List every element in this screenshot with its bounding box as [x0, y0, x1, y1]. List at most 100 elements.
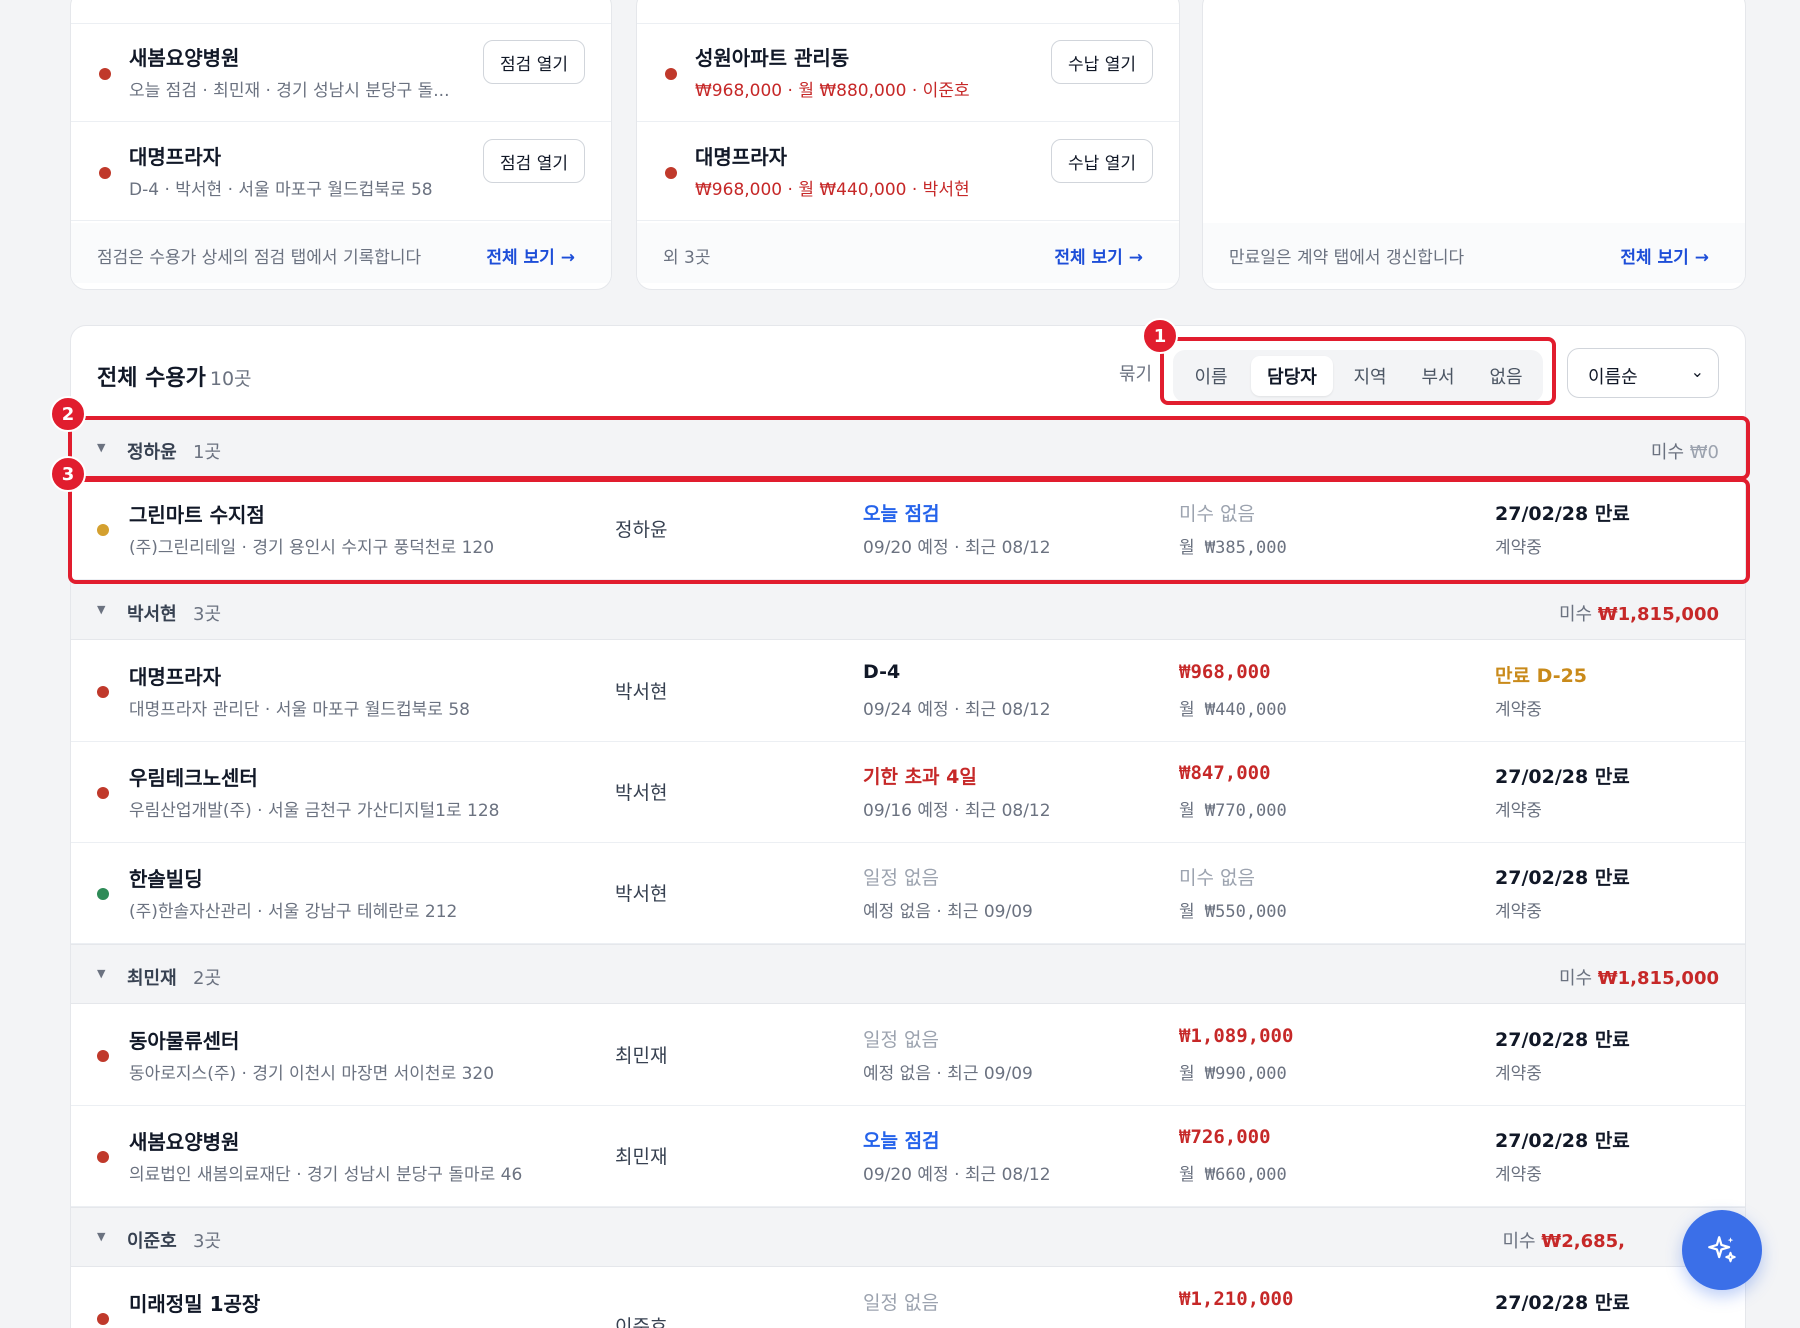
table-row[interactable]: 우림테크노센터 우림산업개발(주) · 서울 금천구 가산디지털1로 128 박…: [71, 742, 1745, 843]
open-inspection-button[interactable]: 점검 열기: [483, 40, 585, 84]
status-dot: [665, 68, 677, 80]
list-count: 10곳: [209, 368, 252, 390]
list-item[interactable]: 새봄요양병원 오늘 점검 · 최민재 · 경기 성남시 분당구 돌... 점검 …: [71, 24, 611, 122]
monthly-fee: 월 ₩440,000: [1179, 700, 1287, 720]
group-by-label: 묶기: [1119, 364, 1153, 385]
item-title: 새봄요양병원: [129, 46, 240, 70]
contract-expiry: 27/02/28 만료: [1495, 766, 1630, 788]
table-row[interactable]: 동아물류센터 동아로지스(주) · 경기 이천시 마장면 서이천로 320 최민…: [71, 1005, 1745, 1106]
item-subtitle: ₩968,000 · 월 ₩440,000 · 박서현: [695, 180, 970, 200]
manager-name: 이준호: [615, 1316, 668, 1328]
list-item[interactable]: 대명프라자 D-4 · 박서현 · 서울 마포구 월드컵북로 58 점검 열기: [71, 123, 611, 221]
due-amount: ₩1,210,000: [1179, 1288, 1294, 1310]
due-amount: ₩2,685,: [1541, 1231, 1625, 1252]
due-label: 미수: [1558, 968, 1593, 989]
open-inspection-button[interactable]: 점검 열기: [483, 139, 585, 183]
contract-status: 계약중: [1495, 1064, 1542, 1084]
page: 새봄요양병원 오늘 점검 · 최민재 · 경기 성남시 분당구 돌... 점검 …: [0, 0, 1800, 1328]
due-amount: ₩968,000: [1179, 661, 1271, 683]
inspection-detail: 09/24 예정 · 최근 08/12: [863, 700, 1051, 720]
sort-select[interactable]: 이름순 ⌄: [1567, 348, 1719, 398]
payment-card: 성원아파트 관리동 ₩968,000 · 월 ₩880,000 · 이준호 수납…: [636, 0, 1180, 290]
caret-down-icon: ▼: [97, 967, 106, 980]
item-title: 성원아파트 관리동: [695, 46, 850, 70]
group-header[interactable]: ▼ 박서현 3곳 미수 ₩1,815,000: [71, 580, 1745, 640]
annotation-badge: 2: [50, 396, 86, 432]
customer-address: 우림산업개발(주) · 서울 금천구 가산디지털1로 128: [129, 801, 500, 821]
status-dot: [97, 1313, 109, 1325]
due-amount: ₩726,000: [1179, 1126, 1271, 1148]
footer-note: 외 3곳: [663, 248, 711, 268]
inspection-status: D-4: [863, 661, 901, 683]
customer-address: 동아로지스(주) · 경기 이천시 마장면 서이천로 320: [129, 1064, 495, 1084]
contract-status: 계약중: [1495, 1165, 1542, 1185]
due-status: 미수 없음: [1179, 867, 1255, 889]
contract-expiry: 27/02/28 만료: [1495, 1292, 1630, 1314]
due-amount: ₩847,000: [1179, 762, 1271, 784]
group-name: 박서현: [127, 604, 177, 625]
annotation-badge: 1: [1142, 318, 1178, 354]
open-payment-button[interactable]: 수납 열기: [1051, 40, 1153, 84]
open-payment-button[interactable]: 수납 열기: [1051, 139, 1153, 183]
contract-expiry: 27/02/28 만료: [1495, 867, 1630, 889]
caret-down-icon: ▼: [97, 603, 106, 616]
monthly-fee: 월 ₩990,000: [1179, 1064, 1287, 1084]
list-item[interactable]: 성원아파트 관리동 ₩968,000 · 월 ₩880,000 · 이준호 수납…: [637, 24, 1179, 122]
monthly-fee: 월 ₩550,000: [1179, 902, 1287, 922]
contract-status: 계약중: [1495, 902, 1542, 922]
group-count: 3곳: [193, 604, 222, 625]
inspection-detail: 09/16 예정 · 최근 08/12: [863, 801, 1051, 821]
caret-down-icon: ▼: [97, 1230, 106, 1243]
list-title-text: 전체 수용가: [97, 366, 206, 391]
customer-name: 동아물류센터: [129, 1029, 240, 1053]
due-amount: ₩1,815,000: [1597, 604, 1719, 625]
group-name: 최민재: [127, 968, 177, 989]
status-dot: [97, 1050, 109, 1062]
manager-name: 최민재: [615, 1146, 668, 1168]
customer-name: 대명프라자: [129, 665, 221, 689]
manager-name: 최민재: [615, 1045, 668, 1067]
status-dot: [97, 1151, 109, 1163]
status-dot: [665, 167, 677, 179]
group-due: 미수 ₩2,685,: [1503, 1227, 1626, 1253]
due-label: 미수: [1502, 1231, 1536, 1252]
due-label: 미수: [1558, 604, 1593, 625]
contract-expiry: 만료 D-25: [1495, 665, 1588, 687]
table-row[interactable]: 한솔빌딩 (주)한솔자산관리 · 서울 강남구 테헤란로 212 박서현 일정 …: [71, 843, 1745, 944]
manager-name: 박서현: [615, 782, 668, 804]
table-row[interactable]: 대명프라자 대명프라자 관리단 · 서울 마포구 월드컵북로 58 박서현 D-…: [71, 641, 1745, 742]
customer-address: (주)한솔자산관리 · 서울 강남구 테헤란로 212: [129, 902, 458, 922]
footer-note: 점검은 수용가 상세의 점검 탭에서 기록합니다: [97, 248, 422, 268]
item-subtitle: ₩968,000 · 월 ₩880,000 · 이준호: [695, 81, 970, 101]
due-amount: ₩1,815,000: [1597, 968, 1719, 989]
inspection-status: 일정 없음: [863, 1029, 939, 1051]
inspection-status: 일정 없음: [863, 1292, 939, 1314]
list-item[interactable]: 대명프라자 ₩968,000 · 월 ₩440,000 · 박서현 수납 열기: [637, 123, 1179, 221]
group-header[interactable]: ▼ 이준호 3곳 미수 ₩2,685,: [71, 1207, 1745, 1267]
group-due: 미수 ₩1,815,000: [1559, 600, 1719, 626]
sparkle-icon: [1708, 1236, 1736, 1263]
inspection-status: 일정 없음: [863, 867, 939, 889]
monthly-fee: 월 ₩770,000: [1179, 801, 1287, 821]
item-title: 대명프라자: [695, 145, 787, 169]
annotation-badge: 3: [50, 456, 86, 492]
inspection-detail: 예정 없음 · 최근 09/09: [863, 902, 1033, 922]
status-dot: [97, 686, 109, 698]
card-footer: 만료일은 계약 탭에서 갱신합니다 전체 보기 →: [1203, 223, 1745, 283]
group-due: 미수 ₩1,815,000: [1559, 964, 1719, 990]
item-subtitle: 오늘 점검 · 최민재 · 경기 성남시 분당구 돌...: [129, 81, 450, 101]
sort-value: 이름순: [1588, 367, 1638, 388]
view-all-link[interactable]: 전체 보기 →: [486, 243, 575, 268]
monthly-fee: 월 ₩660,000: [1179, 1165, 1287, 1185]
inspection-detail: 09/20 예정 · 최근 08/12: [863, 1165, 1051, 1185]
group-header[interactable]: ▼ 최민재 2곳 미수 ₩1,815,000: [71, 944, 1745, 1004]
card-footer: 점검은 수용가 상세의 점검 탭에서 기록합니다 전체 보기 →: [71, 223, 611, 283]
highlight-group-header: [68, 416, 1750, 480]
manager-name: 박서현: [615, 681, 668, 703]
table-row[interactable]: 미래정밀 1공장 이준호 일정 없음 ₩1,210,000 27/02/28 만…: [71, 1268, 1745, 1328]
item-title: 대명프라자: [129, 145, 221, 169]
view-all-link[interactable]: 전체 보기 →: [1620, 243, 1709, 268]
view-all-link[interactable]: 전체 보기 →: [1054, 243, 1143, 268]
assistant-fab[interactable]: [1682, 1210, 1762, 1290]
table-row[interactable]: 새봄요양병원 의료법인 새봄의료재단 · 경기 성남시 분당구 돌마로 46 최…: [71, 1106, 1745, 1207]
